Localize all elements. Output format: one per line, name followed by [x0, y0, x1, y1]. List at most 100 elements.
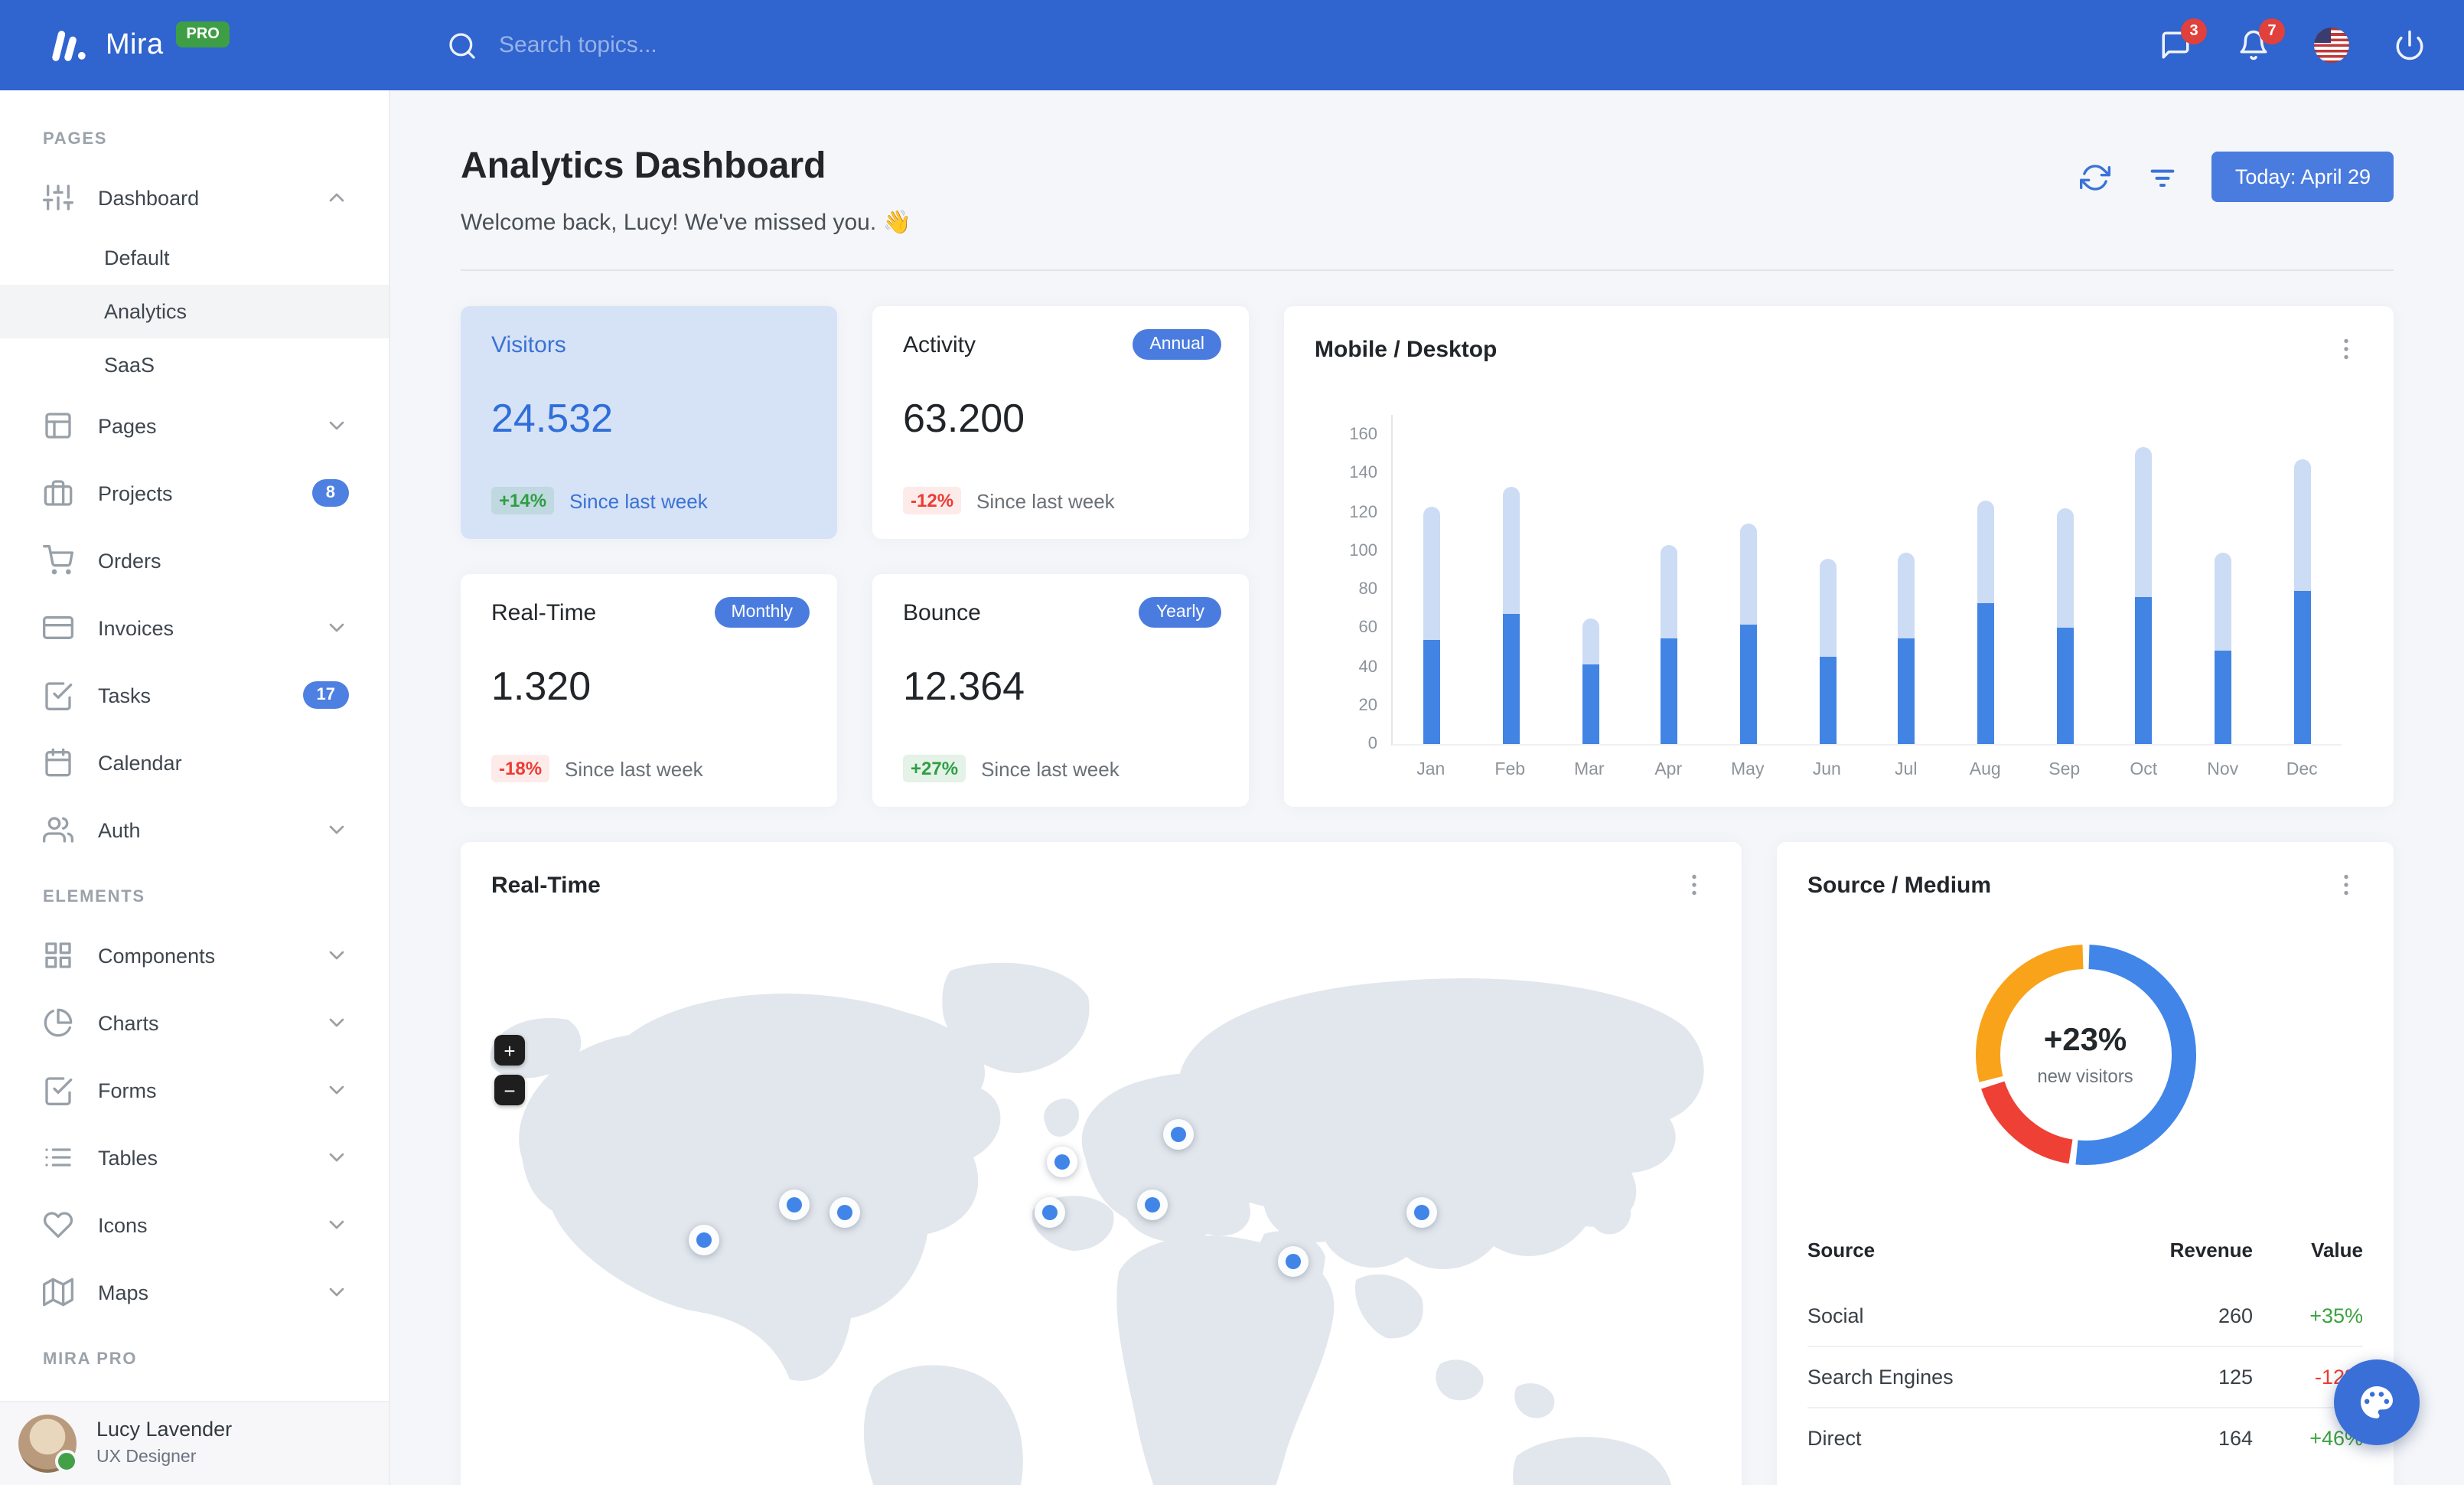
sidebar-item-tasks[interactable]: Tasks 17 — [0, 661, 389, 729]
layout-icon — [45, 413, 71, 439]
mobile-desktop-chart-card: Mobile / Desktop 0 20 40 60 80 100 120 140 160 — [1284, 306, 2394, 807]
bar-oct[interactable] — [2104, 415, 2183, 744]
y-axis-tick: 60 — [1358, 618, 1378, 638]
map-marker-madrid[interactable] — [1035, 1196, 1066, 1228]
map-marker-moscow[interactable] — [1162, 1118, 1194, 1150]
brand[interactable]: Mira PRO — [0, 21, 390, 65]
map-marker-new-york[interactable] — [829, 1196, 861, 1228]
sidebar-item-components[interactable]: Components — [0, 922, 389, 989]
chevron-down-icon — [329, 951, 344, 960]
map-marker-istanbul[interactable] — [1136, 1189, 1168, 1220]
table-row-search-engines[interactable]: Search Engines 125 -12% — [1807, 1346, 2363, 1407]
sign-out-button[interactable] — [2391, 27, 2427, 64]
bar-feb[interactable] — [1472, 415, 1550, 744]
global-search[interactable] — [447, 30, 955, 60]
power-icon — [2395, 30, 2423, 60]
sidebar-item-forms[interactable]: Forms — [0, 1056, 389, 1124]
search-input[interactable] — [496, 31, 955, 60]
page-title: Analytics Dashboard — [461, 145, 826, 187]
sidebar-item-pages[interactable]: Pages — [0, 392, 389, 459]
bar-mar[interactable] — [1551, 415, 1630, 744]
bar-may[interactable] — [1709, 415, 1788, 744]
sidebar-item-label: SaaS — [104, 354, 155, 377]
sidebar-item-invoices[interactable]: Invoices — [0, 594, 389, 661]
filter-button[interactable] — [2145, 158, 2182, 195]
header-divider — [461, 269, 2394, 271]
map-marker-chicago[interactable] — [778, 1189, 810, 1220]
notifications-button[interactable]: 7 — [2234, 18, 2285, 64]
date-range-button[interactable]: Today: April 29 — [2211, 152, 2394, 202]
more-options-button[interactable] — [2329, 868, 2363, 902]
sidebar-item-label: Maps — [98, 1281, 149, 1304]
sidebar-item-tables[interactable]: Tables — [0, 1124, 389, 1191]
period-badge[interactable]: Annual — [1133, 329, 1221, 360]
period-badge[interactable]: Yearly — [1139, 597, 1221, 628]
bar-sep[interactable] — [2026, 415, 2104, 744]
bar-apr[interactable] — [1630, 415, 1709, 744]
donut-segment-direct[interactable] — [1975, 945, 2083, 1082]
stat-caption: Since last week — [569, 489, 708, 512]
map-zoom-in-button[interactable]: + — [494, 1035, 525, 1066]
messages-count-badge: 3 — [2181, 18, 2207, 44]
chevron-down-icon — [329, 623, 344, 632]
stat-delta-chip: -12% — [903, 487, 962, 514]
bar-jan[interactable] — [1393, 415, 1472, 744]
sidebar-item-auth[interactable]: Auth — [0, 796, 389, 863]
refresh-button[interactable] — [2078, 158, 2114, 195]
bar-dec[interactable] — [2263, 415, 2342, 744]
donut-segment-search-engines[interactable] — [1980, 1081, 2072, 1164]
map-marker-delhi[interactable] — [1278, 1246, 1309, 1278]
map-marker-beijing[interactable] — [1406, 1196, 1437, 1228]
sidebar-item-label: Analytics — [104, 300, 187, 323]
chevron-down-icon — [329, 1288, 344, 1297]
check-square-icon — [45, 1077, 73, 1105]
stat-delta-chip: -18% — [491, 755, 550, 782]
x-axis-label: Sep — [2048, 761, 2081, 779]
sidebar-item-dashboard[interactable]: Dashboard — [0, 164, 389, 231]
world-map[interactable]: + − — [461, 928, 1742, 1485]
sidebar-item-orders[interactable]: Orders — [0, 527, 389, 594]
world-map-graphic — [490, 962, 1704, 1485]
x-axis-label: May — [1731, 761, 1765, 779]
column-header: Value — [2311, 1239, 2363, 1261]
x-axis-label: Apr — [1654, 761, 1683, 779]
sidebar-item-icons[interactable]: Icons — [0, 1191, 389, 1258]
check-square-icon — [45, 682, 73, 710]
more-options-button[interactable] — [2329, 332, 2363, 366]
table-row-direct[interactable]: Direct 164 +46% — [1807, 1407, 2363, 1468]
sidebar-item-label: Default — [104, 246, 170, 269]
navbar-actions: 3 7 — [2156, 18, 2464, 64]
theme-settings-button[interactable] — [2334, 1359, 2420, 1445]
messages-button[interactable]: 3 — [2156, 18, 2207, 64]
bar-jun[interactable] — [1788, 415, 1867, 744]
more-options-button[interactable] — [1677, 868, 1711, 902]
donut-segment-social[interactable] — [2075, 945, 2195, 1165]
x-axis-label: Feb — [1494, 761, 1526, 779]
sidebar-user[interactable]: Lucy Lavender UX Designer — [0, 1401, 389, 1485]
bar-nov[interactable] — [2183, 415, 2262, 744]
sidebar-item-default[interactable]: Default — [0, 231, 389, 285]
list-icon — [45, 1148, 71, 1167]
sidebar-item-projects[interactable]: Projects 8 — [0, 459, 389, 527]
x-axis-label: Mar — [1573, 761, 1605, 779]
period-badge[interactable]: Monthly — [714, 597, 810, 628]
table-row-social[interactable]: Social 260 +35% — [1807, 1286, 2363, 1346]
sidebar-item-calendar[interactable]: Calendar — [0, 729, 389, 796]
y-axis-tick: 140 — [1349, 464, 1377, 483]
sliders-icon — [43, 184, 74, 211]
pro-badge: PRO — [175, 21, 230, 47]
sidebar-item-maps[interactable]: Maps — [0, 1258, 389, 1326]
sidebar-item-saas[interactable]: SaaS — [0, 338, 389, 392]
language-button[interactable] — [2312, 27, 2349, 64]
sidebar-item-label: Tables — [98, 1146, 158, 1169]
search-icon — [449, 32, 475, 58]
sidebar-item-analytics[interactable]: Analytics — [0, 285, 389, 338]
bar-jul[interactable] — [1867, 415, 1946, 744]
map-icon — [43, 1278, 74, 1307]
bar-aug[interactable] — [1946, 415, 2025, 744]
user-name: Lucy Lavender — [96, 1418, 233, 1441]
stat-value: 1.320 — [491, 663, 592, 709]
map-zoom-out-button[interactable]: − — [494, 1075, 525, 1105]
chevron-down-icon — [329, 421, 344, 430]
sidebar-item-charts[interactable]: Charts — [0, 989, 389, 1056]
